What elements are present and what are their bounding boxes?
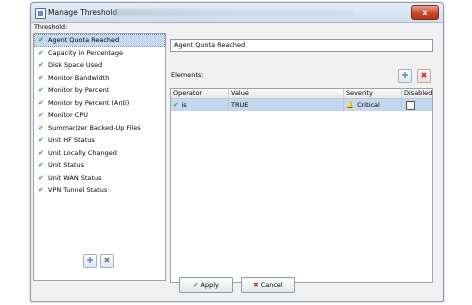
check-icon: ✔ — [38, 61, 44, 69]
check-icon: ✔ — [173, 101, 179, 109]
check-icon: ✔ — [38, 73, 44, 82]
threshold-item-unit-locally-changed[interactable]: ✔ Unit Locally Changed — [35, 148, 164, 159]
delete-threshold-button[interactable]: ✖ — [100, 254, 114, 268]
threshold-item-label: Monitor CPU — [48, 111, 88, 119]
cancel-button[interactable]: ✖ Cancel — [241, 277, 295, 293]
elements-label: Elements: — [171, 71, 204, 79]
cancel-label: Cancel — [260, 281, 283, 289]
column-header-disabled[interactable]: Disabled — [402, 89, 432, 98]
column-header-value[interactable]: Value — [229, 89, 344, 98]
threshold-item-unit-wan-status[interactable]: ✔ Unit WAN Status — [35, 173, 164, 184]
x-icon: ✖ — [253, 281, 259, 289]
threshold-item-label: Unit Status — [48, 161, 85, 169]
threshold-label: Threshold: — [34, 24, 68, 31]
apply-button[interactable]: ✔ Apply — [179, 277, 233, 293]
threshold-item-label: Summarizer Backed-Up Files — [48, 123, 141, 132]
bell-icon: 🔔 — [346, 101, 355, 109]
x-icon: ✖ — [420, 71, 428, 80]
severity-text: Critical — [357, 101, 380, 109]
x-icon: ✖ — [103, 256, 111, 265]
threshold-detail-panel: Elements: ✚ ✖ Operator Value Severity Di… — [170, 33, 440, 283]
plus-icon: ✚ — [401, 71, 409, 80]
column-header-operator[interactable]: Operator — [171, 89, 229, 98]
add-element-button[interactable]: ✚ — [398, 69, 412, 83]
threshold-item-agent-quota-reached[interactable]: ✔ Agent Quota Reached — [34, 34, 165, 47]
table-row[interactable]: ✔ is TRUE 🔔 Critical — [171, 99, 432, 111]
threshold-list[interactable]: ✔ Agent Quota Reached ✔ Capacity in Percen… — [33, 33, 166, 281]
threshold-item-label: Monitor Bandwidth — [48, 73, 110, 82]
cell-operator: ✔ is — [171, 99, 229, 111]
threshold-item-label: Unit WAN Status — [48, 173, 102, 182]
column-header-severity[interactable]: Severity — [344, 89, 402, 98]
check-icon: ✔ — [38, 111, 44, 119]
threshold-item-monitor-by-percent-anti[interactable]: ✔ Monitor by Percent (Anti) — [35, 98, 164, 109]
threshold-item-label: Monitor by Percent (Anti) — [48, 98, 130, 107]
delete-element-button[interactable]: ✖ — [417, 69, 431, 83]
manage-threshold-dialog: Manage Threshold x Threshold: ✔ Agent Quo… — [30, 2, 444, 302]
threshold-item-label: VPN Tunnel Status — [48, 186, 108, 194]
cell-value: TRUE — [229, 99, 344, 111]
blurred-title-region — [113, 9, 353, 16]
check-icon: ✔ — [38, 86, 44, 94]
check-icon: ✔ — [38, 173, 44, 182]
elements-table: Operator Value Severity Disabled ✔ is TRU… — [170, 88, 433, 283]
threshold-item-label: Capacity in Percentage — [48, 48, 124, 57]
check-icon: ✔ — [38, 136, 44, 144]
disabled-checkbox[interactable] — [406, 101, 415, 110]
dialog-body: Threshold: ✔ Agent Quota Reached ✔ Capacit… — [31, 23, 443, 301]
threshold-item-monitor-bandwidth[interactable]: ✔ Monitor Bandwidth — [35, 73, 164, 84]
close-button[interactable]: x — [411, 5, 439, 20]
threshold-item-label: Agent Quota Reached — [48, 36, 120, 44]
threshold-item-label: Unit Locally Changed — [48, 148, 117, 157]
threshold-item-unit-hf-status[interactable]: ✔ Unit HF Status — [35, 135, 164, 146]
check-icon: ✔ — [38, 98, 44, 107]
threshold-item-summarizer-backed-up-files[interactable]: ✔ Summarizer Backed-Up Files — [35, 123, 164, 134]
threshold-item-vpn-tunnel-status[interactable]: ✔ VPN Tunnel Status — [35, 185, 164, 196]
threshold-item-disk-space-used[interactable]: ✔ Disk Space Used — [35, 60, 164, 71]
add-threshold-button[interactable]: ✚ — [83, 254, 97, 268]
threshold-item-label: Unit HF Status — [48, 136, 95, 144]
window-title: Manage Threshold — [48, 8, 118, 17]
check-icon: ✔ — [38, 148, 44, 157]
threshold-item-monitor-cpu[interactable]: ✔ Monitor CPU — [35, 110, 164, 121]
check-icon: ✔ — [38, 161, 44, 169]
check-icon: ✔ — [38, 36, 44, 44]
check-icon: ✔ — [193, 281, 199, 289]
threshold-item-capacity-in-percentage[interactable]: ✔ Capacity in Percentage — [35, 48, 164, 59]
plus-icon: ✚ — [86, 256, 94, 265]
app-icon — [35, 8, 46, 19]
cell-severity: 🔔 Critical — [344, 99, 402, 111]
threshold-item-label: Disk Space Used — [48, 61, 103, 69]
threshold-name-input[interactable] — [170, 39, 433, 52]
operator-text: is — [181, 101, 187, 109]
threshold-item-unit-status[interactable]: ✔ Unit Status — [35, 160, 164, 171]
threshold-item-monitor-by-percent[interactable]: ✔ Monitor by Percent — [35, 85, 164, 96]
cell-disabled — [402, 99, 432, 111]
apply-label: Apply — [200, 281, 219, 289]
threshold-item-label: Monitor by Percent — [48, 86, 110, 94]
table-header: Operator Value Severity Disabled — [171, 89, 432, 99]
check-icon: ✔ — [38, 48, 44, 57]
title-bar[interactable]: Manage Threshold x — [31, 3, 443, 23]
check-icon: ✔ — [38, 186, 44, 194]
check-icon: ✔ — [38, 123, 44, 132]
